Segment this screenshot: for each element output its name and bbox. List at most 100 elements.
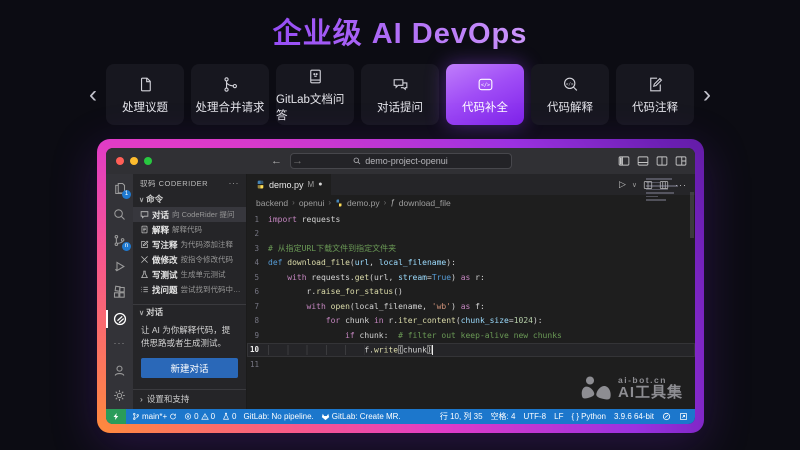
- zoom-button[interactable]: [144, 157, 152, 165]
- command-make-changes[interactable]: 做修改 按指令修改代码: [133, 252, 246, 267]
- branch-status[interactable]: main*+: [132, 412, 177, 421]
- watermark: ai-bot.cn AI工具集: [580, 375, 683, 402]
- eol[interactable]: LF: [554, 412, 563, 421]
- activity-more[interactable]: ···: [114, 338, 126, 348]
- toggle-sidebar-icon[interactable]: [618, 155, 630, 167]
- minimap-line: [646, 178, 672, 180]
- activity-explorer[interactable]: 1: [106, 181, 133, 196]
- settings-support-footer[interactable]: › 设置和支持: [133, 389, 246, 409]
- customize-layout-icon[interactable]: [675, 155, 687, 167]
- command-chat[interactable]: 对话 向 CodeRider 提问: [133, 207, 246, 222]
- forward-icon[interactable]: →: [292, 155, 303, 167]
- activity-run-debug[interactable]: [106, 259, 133, 274]
- new-chat-button[interactable]: 新建对话: [141, 358, 238, 378]
- carousel-next-button[interactable]: ›: [694, 83, 720, 107]
- explorer-badge: 1: [122, 190, 131, 199]
- activity-bar: 1 n: [106, 174, 133, 409]
- language-mode[interactable]: { } Python: [571, 412, 605, 421]
- tab-code-comment[interactable]: 代码注释: [616, 64, 694, 125]
- breadcrumb[interactable]: backend › openui › demo.py › ƒ download_…: [247, 195, 695, 210]
- minimize-button[interactable]: [130, 157, 138, 165]
- tab-label: 处理合并请求: [196, 99, 265, 115]
- git-branch-icon: [132, 412, 140, 421]
- run-chevron-icon[interactable]: ∨: [632, 181, 637, 189]
- problems-status[interactable]: 0 0: [184, 412, 215, 421]
- run-icon[interactable]: ▷: [619, 179, 626, 190]
- account-icon[interactable]: [112, 363, 127, 378]
- symbol-function-icon: ƒ: [390, 198, 394, 207]
- tab-handle-merge-requests[interactable]: 处理合并请求: [191, 64, 269, 125]
- activity-coderider[interactable]: [106, 311, 133, 327]
- gitlab-pipeline-status[interactable]: GitLab: No pipeline.: [243, 412, 313, 421]
- encoding[interactable]: UTF-8: [523, 412, 546, 421]
- editor-tabbar: demo.py M ● ▷ ∨ ···: [247, 174, 695, 195]
- code-line: 10 f.write(chunk): [247, 343, 695, 358]
- watermark-text: ai-bot.cn AI工具集: [618, 376, 683, 401]
- test-status[interactable]: 0: [222, 412, 236, 421]
- tab-demo-py[interactable]: demo.py M ●: [247, 174, 331, 195]
- scrollbar-thumb[interactable]: [690, 192, 694, 238]
- close-button[interactable]: [116, 157, 124, 165]
- code-line: 8 for chunk in r.iter_content(chunk_size…: [247, 314, 695, 329]
- carousel-prev-button[interactable]: ‹: [80, 83, 106, 107]
- tab-code-explain[interactable]: </> 代码解释: [531, 64, 609, 125]
- minimap-line: [646, 192, 674, 194]
- command-explain[interactable]: 解释 解释代码: [133, 222, 246, 237]
- command-find-problems[interactable]: 找问题 尝试找到代码中的坏...: [133, 282, 246, 297]
- sidebar-more-icon[interactable]: ···: [229, 178, 240, 188]
- command-write-comments[interactable]: 写注释 为代码添加注释: [133, 237, 246, 252]
- chat-ask-icon: [391, 74, 410, 94]
- feedback-icon[interactable]: [679, 412, 688, 421]
- note-icon: [140, 240, 149, 249]
- chevron-down-icon: ∨: [139, 310, 144, 317]
- code-completion-icon: </>: [476, 74, 495, 94]
- tab-label: 代码注释: [632, 99, 678, 115]
- activity-search[interactable]: [106, 207, 133, 222]
- code-explain-icon: </>: [561, 74, 580, 94]
- python-runtime[interactable]: 3.9.6 64-bit: [614, 412, 654, 421]
- remote-lightning-icon: [112, 412, 120, 421]
- activity-extensions[interactable]: [106, 285, 133, 300]
- braces-icon: { }: [571, 412, 579, 421]
- tab-code-completion[interactable]: </> 代码补全: [446, 64, 524, 125]
- tab-gitlab-doc-qa[interactable]: GitLab文档问答: [276, 64, 354, 125]
- activity-source-control[interactable]: n: [106, 233, 133, 248]
- command-write-tests[interactable]: 写测试 生成单元测试: [133, 267, 246, 282]
- tab-handle-issues[interactable]: 处理议题: [106, 64, 184, 125]
- window-body: 1 n: [106, 174, 695, 409]
- editor-area: demo.py M ● ▷ ∨ ··· backen: [247, 174, 695, 409]
- search-value: demo-project-openui: [365, 156, 448, 166]
- tab-chat-ask[interactable]: 对话提问: [361, 64, 439, 125]
- cursor-position[interactable]: 行 10, 列 35: [440, 411, 483, 422]
- commands-section-header[interactable]: ∨命令: [133, 192, 246, 207]
- chat-hint-text: 让 AI 为你解释代码，提供思路或者生成测试。: [133, 320, 246, 352]
- sidebar-title: 驭码 CODERIDER: [140, 178, 208, 189]
- watermark-name: AI工具集: [618, 385, 683, 401]
- chat-section-header[interactable]: ∨对话: [133, 305, 246, 320]
- remote-indicator[interactable]: [106, 409, 126, 424]
- chevron-right-icon: ›: [140, 394, 143, 404]
- sidebar-header: 驭码 CODERIDER ···: [133, 174, 246, 192]
- gitlab-create-mr[interactable]: GitLab: Create MR.: [321, 412, 401, 421]
- page-title: 企业级 AI DevOps: [0, 10, 800, 52]
- coderider-logo-icon: [112, 311, 128, 327]
- error-icon: [184, 412, 192, 421]
- minimap[interactable]: [646, 178, 686, 201]
- gear-icon[interactable]: [112, 388, 127, 403]
- scm-badge: n: [122, 242, 131, 251]
- beaker-icon: [140, 270, 149, 279]
- code-comment-icon: [646, 74, 665, 94]
- back-icon[interactable]: ←: [271, 155, 282, 167]
- split-editor-icon[interactable]: [656, 155, 668, 167]
- chevron-down-icon: ∨: [139, 197, 144, 204]
- gitlab-tanuki-icon: [321, 412, 330, 421]
- coderider-status-icon[interactable]: [662, 412, 671, 421]
- minimap-line: [646, 199, 666, 201]
- code-line: 11: [247, 357, 695, 372]
- tab-label: 处理议题: [122, 99, 168, 115]
- toggle-panel-icon[interactable]: [637, 155, 649, 167]
- indent-setting[interactable]: 空格: 4: [491, 411, 516, 422]
- command-center-search[interactable]: demo-project-openui: [290, 153, 512, 169]
- status-bar: main*+ 0 0 0 GitLab: No pipeline.: [106, 409, 695, 424]
- feature-carousel: ‹ 处理议题 处理合并请求 GitLab文档问答: [0, 64, 800, 125]
